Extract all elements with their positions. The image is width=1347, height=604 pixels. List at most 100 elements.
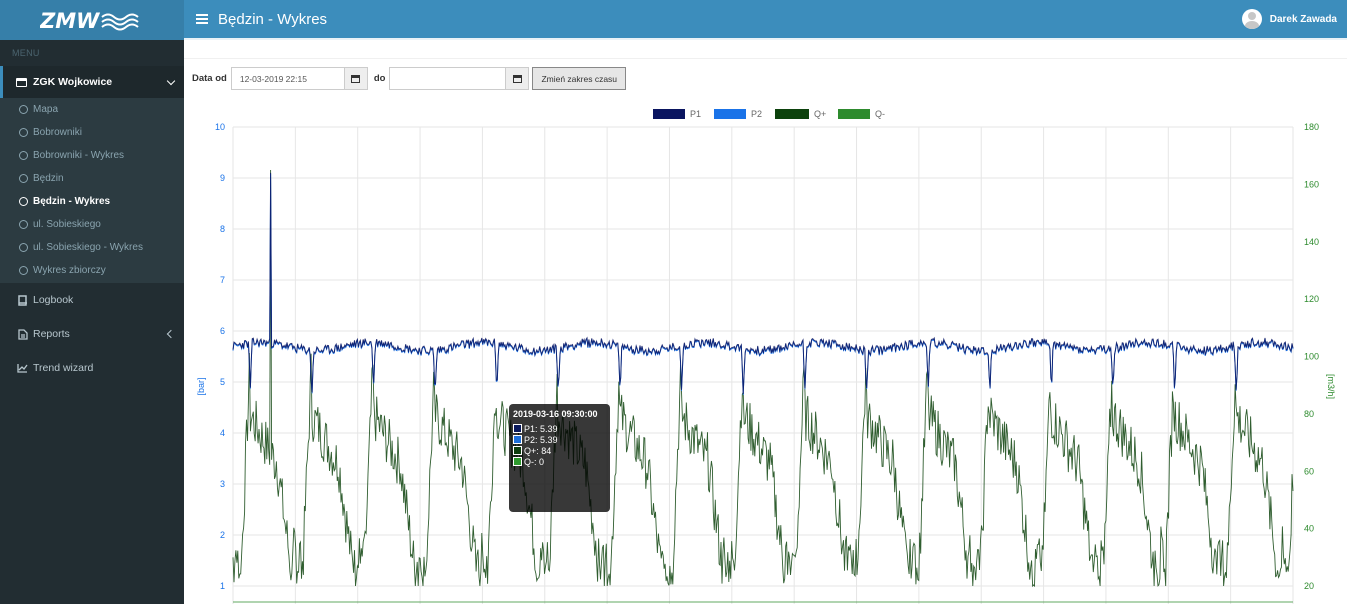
y-left-tick-label: 1 (220, 581, 225, 591)
sidebar-item-bobrowniki[interactable]: Bobrowniki (0, 121, 184, 144)
sidebar-item-label: Wykres zbiorczy (33, 265, 106, 276)
book-icon (17, 294, 28, 306)
y-left-tick-label: 3 (220, 479, 225, 489)
circle-icon (19, 197, 28, 206)
y-right-tick-label: 20 (1304, 581, 1314, 591)
circle-icon (19, 220, 28, 229)
sidebar: ZMW MENU ZGK Wojkowice Mapa Bobrowniki B… (0, 0, 184, 604)
tooltip-value: Q-: 0 (524, 456, 545, 467)
y-right-tick-label: 180 (1304, 122, 1319, 132)
y-right-tick-label: 60 (1304, 466, 1314, 476)
tooltip-value: P2: 5.39 (524, 434, 558, 445)
page-title: Będzin - Wykres (218, 10, 328, 28)
y-left-tick-label: 8 (220, 224, 225, 234)
date-to-input[interactable] (389, 67, 507, 90)
tooltip-row: Q-: 0 (513, 456, 606, 467)
hamburger-menu-icon[interactable] (196, 12, 208, 26)
y-left-tick-label: 4 (220, 428, 225, 438)
y-left-tick-label: 2 (220, 530, 225, 540)
submenu: Mapa Bobrowniki Bobrowniki - Wykres Będz… (0, 98, 184, 283)
line-chart-icon (17, 363, 28, 374)
tooltip-title: 2019-03-16 09:30:00 (513, 409, 598, 419)
sidebar-item-mapa[interactable]: Mapa (0, 98, 184, 121)
sidebar-item-bedzin-wykres[interactable]: Będzin - Wykres (0, 190, 184, 213)
logo-text: ZMW (40, 9, 100, 32)
sidebar-item-trend-wizard[interactable]: Trend wizard (0, 351, 184, 385)
user-name: Darek Zawada (1269, 13, 1337, 25)
series-p1-line (232, 172, 1294, 395)
menu-header: MENU (12, 48, 40, 58)
divider (184, 58, 1347, 59)
calendar-icon (512, 74, 522, 83)
sidebar-item-label: Trend wizard (33, 362, 94, 374)
tooltip-value: Q+: 84 (524, 445, 552, 456)
sidebar-item-bobrowniki-wykres[interactable]: Bobrowniki - Wykres (0, 144, 184, 167)
tooltip-swatch (513, 424, 522, 433)
file-icon (17, 328, 28, 340)
circle-icon (19, 151, 28, 160)
sidebar-item-label: ul. Sobieskiego (33, 219, 101, 230)
chart[interactable]: P1 P2 Q+ Q- 10 9 8 7 6 5 4 3 2 1 180 160 140 120 100 80 60 40… (184, 102, 1347, 604)
date-from-input[interactable]: 12-03-2019 22:15 (230, 67, 345, 90)
y-left-tick-label: 5 (220, 377, 225, 387)
window-icon (16, 77, 27, 87)
legend-swatch (775, 109, 809, 119)
y-right-tick-label: 80 (1304, 409, 1314, 419)
legend-swatch (838, 109, 870, 119)
date-filter: Data od 12-03-2019 22:15 do Zmień zakres… (192, 67, 627, 90)
series-q-plus-line (232, 169, 1294, 588)
user-menu[interactable]: Darek Zawada (1241, 9, 1337, 29)
date-from-calendar-button[interactable] (344, 67, 368, 90)
tooltip-row: Q+: 84 (513, 445, 606, 456)
sidebar-group-label: ZGK Wojkowice (33, 76, 113, 88)
y-left-tick-label: 6 (220, 326, 225, 336)
sidebar-item-label: Reports (33, 328, 70, 340)
sidebar-group-header[interactable]: ZGK Wojkowice (3, 66, 184, 98)
y-left-tick-label: 10 (215, 122, 225, 132)
sidebar-item-sobieskiego-wykres[interactable]: ul. Sobieskiego - Wykres (0, 236, 184, 259)
y-right-tick-label: 140 (1304, 237, 1319, 247)
avatar (1241, 9, 1262, 29)
sidebar-item-wykres-zbiorczy[interactable]: Wykres zbiorczy (0, 259, 184, 282)
legend-label: Q+ (814, 109, 826, 119)
y-right-tick-label: 160 (1304, 179, 1319, 189)
y-right-tick-label: 100 (1304, 352, 1319, 362)
legend-label: P2 (751, 109, 762, 119)
chart-tooltip: 2019-03-16 09:30:00 P1: 5.39 P2: 5.39 Q+… (509, 404, 610, 512)
legend-swatch (714, 109, 746, 119)
sidebar-item-sobieskiego[interactable]: ul. Sobieskiego (0, 213, 184, 236)
y-right-axis-label: [m3/h] (1326, 374, 1336, 399)
calendar-icon (351, 74, 361, 83)
y-left-tick-label: 9 (220, 173, 225, 183)
sidebar-item-label: ul. Sobieskiego - Wykres (33, 242, 143, 253)
circle-icon (19, 128, 28, 137)
sidebar-item-label: Będzin - Wykres (33, 196, 111, 207)
main-content: Data od 12-03-2019 22:15 do Zmień zakres… (184, 40, 1347, 604)
sidebar-item-bedzin[interactable]: Będzin (0, 167, 184, 190)
y-right-tick-label: 40 (1304, 524, 1314, 534)
sidebar-item-reports[interactable]: Reports (0, 317, 184, 351)
sidebar-item-label: Mapa (33, 104, 59, 115)
series-p2-line (232, 173, 1294, 396)
logo-icon: ZMW (40, 9, 139, 32)
legend-label: P1 (690, 109, 701, 119)
y-left-tick-label: 7 (220, 275, 225, 285)
tooltip-swatch (513, 435, 522, 444)
sidebar-group-zgk: ZGK Wojkowice Mapa Bobrowniki Bobrowniki… (0, 66, 184, 283)
circle-icon (19, 105, 28, 114)
circle-icon (19, 243, 28, 252)
sidebar-item-logbook[interactable]: Logbook (0, 283, 184, 317)
date-from-label: Data od (192, 73, 227, 84)
circle-icon (19, 266, 28, 275)
tooltip-row: P2: 5.39 (513, 434, 606, 445)
tooltip-value: P1: 5.39 (524, 423, 558, 434)
sidebar-item-label: Bobrowniki (33, 127, 82, 138)
date-to-calendar-button[interactable] (506, 67, 530, 90)
sidebar-item-label: Bobrowniki - Wykres (33, 150, 125, 161)
chevron-left-icon (166, 329, 176, 339)
y-right-tick-label: 120 (1304, 294, 1319, 304)
top-header: Będzin - Wykres Darek Zawada (184, 0, 1347, 40)
change-range-button[interactable]: Zmień zakres czasu (532, 67, 627, 90)
sidebar-item-label: Logbook (33, 294, 74, 306)
logo[interactable]: ZMW (0, 0, 184, 40)
